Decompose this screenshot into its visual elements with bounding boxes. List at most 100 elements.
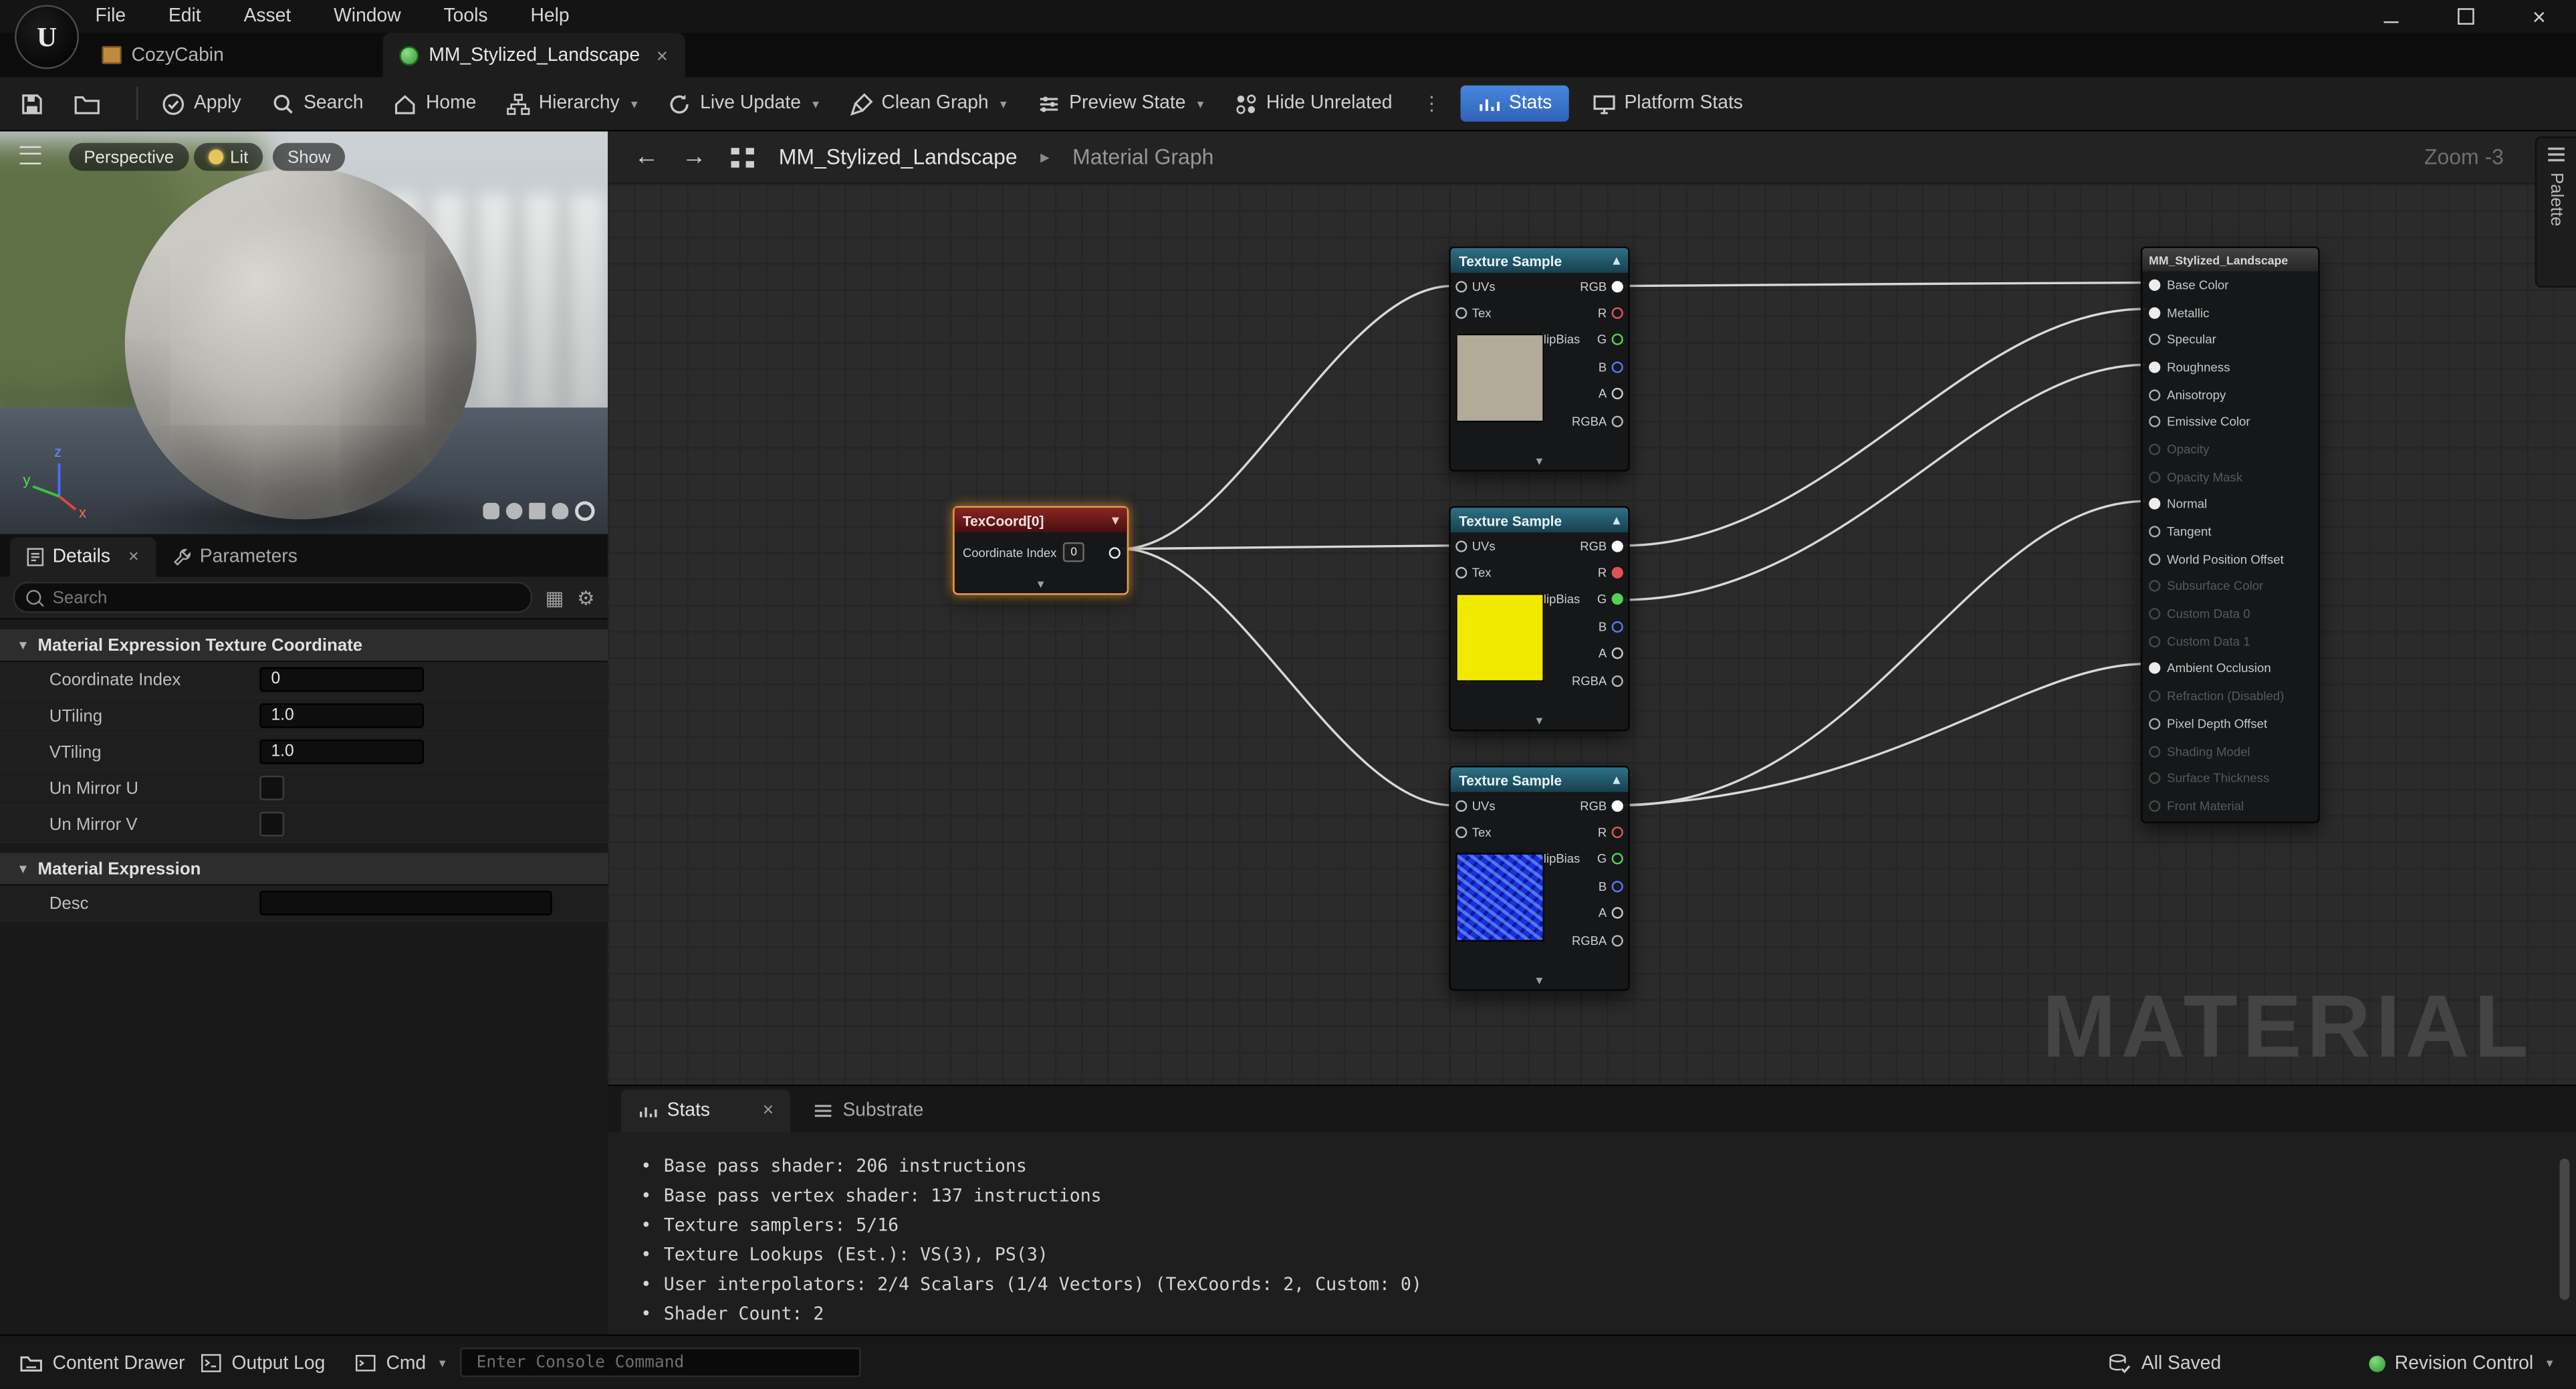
material-preview-viewport[interactable]: Perspective Lit Show z y x [0,132,608,534]
restore-button[interactable] [2428,0,2502,33]
expand-node-icon[interactable]: ▾ [1536,712,1543,730]
output-pin-b[interactable]: B [1599,613,1623,639]
material-pin-normal[interactable]: Normal [2142,491,2318,518]
output-pin-a[interactable]: A [1599,900,1623,926]
sphere-shape-icon[interactable] [506,503,523,520]
coordinate-index-input[interactable]: 0 [259,667,424,692]
input-pin-tex[interactable]: Tex [1455,559,1491,585]
tab-substrate[interactable]: Substrate [797,1089,940,1132]
texcoord-node-header[interactable]: TexCoord[0] ▾ [955,508,1127,532]
un-mirror-u-checkbox[interactable] [259,776,284,800]
teapot-shape-icon[interactable] [552,503,569,520]
custom-mesh-icon[interactable] [575,501,594,520]
texture-sample-header[interactable]: Texture Sample▴ [1451,248,1628,273]
texture-thumbnail[interactable] [1455,853,1544,942]
menu-window[interactable]: Window [334,7,401,26]
material-pin-custom-data-1[interactable]: Custom Data 1 [2142,628,2318,655]
cmd-selector[interactable]: Cmd▾ [355,1336,446,1389]
output-pin-r[interactable]: R [1598,819,1623,845]
browse-to-asset-button[interactable] [74,91,100,116]
input-pin-tex[interactable]: Tex [1455,819,1491,845]
content-drawer-button[interactable]: Content Drawer [19,1336,185,1389]
output-pin-b[interactable]: B [1599,354,1623,380]
input-pin-uvs[interactable]: UVs [1455,532,1495,558]
un-mirror-v-checkbox[interactable] [259,812,284,837]
stats-scrollbar[interactable] [2559,1158,2569,1299]
toolbar-overflow-icon[interactable]: ⋮ [1422,92,1441,115]
texture-sample-node-3[interactable]: Texture Sample▴ RGBRGBARGBAUVsTexApply V… [1449,766,1629,991]
material-result-node[interactable]: MM_Stylized_Landscape Base ColorMetallic… [2141,247,2320,824]
display-options-icon[interactable]: ▦ [546,586,564,609]
revision-control-button[interactable]: Revision Control▾ [2368,1336,2553,1389]
texture-sample-header[interactable]: Texture Sample▴ [1451,508,1628,532]
collapse-node-icon[interactable]: ▴ [1613,253,1620,268]
output-pin-rgb[interactable]: RGB [1580,792,1623,818]
material-pin-ambient-occlusion[interactable]: Ambient Occlusion [2142,655,2318,683]
perspective-button[interactable]: Perspective [69,143,189,171]
material-pin-opacity-mask[interactable]: Opacity Mask [2142,463,2318,490]
section-header-texture-coordinate[interactable]: ▾ Material Expression Texture Coordinate [0,629,608,662]
menu-help[interactable]: Help [530,7,569,26]
material-pin-custom-data-0[interactable]: Custom Data 0 [2142,601,2318,628]
output-pin-b[interactable]: B [1599,873,1623,899]
menu-asset[interactable]: Asset [244,7,291,26]
clean-graph-button[interactable]: Clean Graph▾ [848,91,1006,116]
input-pin-uvs[interactable]: UVs [1455,273,1495,299]
output-pin-r[interactable]: R [1598,300,1623,326]
menu-file[interactable]: File [96,7,126,26]
input-pin-uvs[interactable]: UVs [1455,792,1495,818]
output-pin-a[interactable]: A [1599,640,1623,666]
material-pin-base-color[interactable]: Base Color [2142,271,2318,298]
cylinder-shape-icon[interactable] [483,503,499,520]
tab-mm-stylized-landscape[interactable]: MM_Stylized_Landscape × [383,33,685,77]
apply-button[interactable]: Apply [161,91,241,116]
platform-stats-button[interactable]: Platform Stats [1591,91,1743,116]
texture-thumbnail[interactable] [1455,593,1544,682]
all-saved-indicator[interactable]: All Saved [2109,1336,2222,1389]
material-pin-specular[interactable]: Specular [2142,326,2318,353]
tab-details[interactable]: Details × [10,538,156,577]
tab-parameters[interactable]: Parameters [155,538,314,577]
close-tab-icon[interactable]: × [128,547,139,566]
output-pin-rgb[interactable]: RGB [1580,273,1623,299]
texture-sample-node-1[interactable]: Texture Sample▴ RGBRGBARGBAUVsTexApply V… [1449,247,1629,472]
viewport-menu-icon[interactable] [19,146,41,165]
back-arrow-icon[interactable]: ← [634,143,659,171]
settings-gear-icon[interactable]: ⚙ [577,586,594,609]
minimize-button[interactable] [2354,0,2428,33]
breadcrumb-root[interactable]: MM_Stylized_Landscape [779,144,1018,169]
material-pin-pixel-depth-offset[interactable]: Pixel Depth Offset [2142,710,2318,738]
output-pin-r[interactable]: R [1598,559,1623,585]
close-button[interactable]: × [2502,0,2576,33]
texture-sample-node-2[interactable]: Texture Sample▴ RGBRGBARGBAUVsTexApply V… [1449,506,1629,732]
expand-node-icon[interactable]: ▾ [1536,971,1543,989]
material-graph-canvas[interactable]: ← → MM_Stylized_Landscape ▸ Material Gra… [608,132,2576,1085]
lit-mode-button[interactable]: Lit [194,143,263,171]
stats-output[interactable]: Base pass shader: 206 instructionsBase p… [608,1132,2576,1334]
material-pin-emissive-color[interactable]: Emissive Color [2142,408,2318,435]
material-pin-refraction-disabled[interactable]: Refraction (Disabled) [2142,683,2318,710]
expand-node-icon[interactable]: ▾ [1536,452,1543,470]
material-pin-front-material[interactable]: Front Material [2142,792,2318,820]
hide-unrelated-button[interactable]: Hide Unrelated [1234,91,1393,116]
output-pin-rgb[interactable]: RGB [1580,532,1623,558]
output-pin-g[interactable]: G [1597,586,1623,613]
show-button[interactable]: Show [273,143,346,171]
collapse-node-icon[interactable]: ▴ [1613,513,1620,528]
material-pin-surface-thickness[interactable]: Surface Thickness [2142,765,2318,792]
material-pin-opacity[interactable]: Opacity [2142,435,2318,463]
menu-tools[interactable]: Tools [444,7,488,26]
material-pin-world-position-offset[interactable]: World Position Offset [2142,546,2318,573]
texture-thumbnail[interactable] [1455,334,1544,423]
home-button[interactable]: Home [393,91,477,116]
forward-arrow-icon[interactable]: → [682,143,707,171]
vtiling-input[interactable]: 1.0 [259,740,424,764]
console-command-input[interactable] [473,1352,848,1373]
texture-sample-header[interactable]: Texture Sample▴ [1451,768,1628,792]
tab-close-icon[interactable]: × [657,43,668,66]
cube-shape-icon[interactable] [529,503,546,520]
output-pin-g[interactable]: G [1597,846,1623,872]
material-pin-shading-model[interactable]: Shading Model [2142,738,2318,765]
output-log-button[interactable]: Output Log [201,1336,326,1389]
output-pin-rgba[interactable]: RGBA [1572,407,1623,433]
